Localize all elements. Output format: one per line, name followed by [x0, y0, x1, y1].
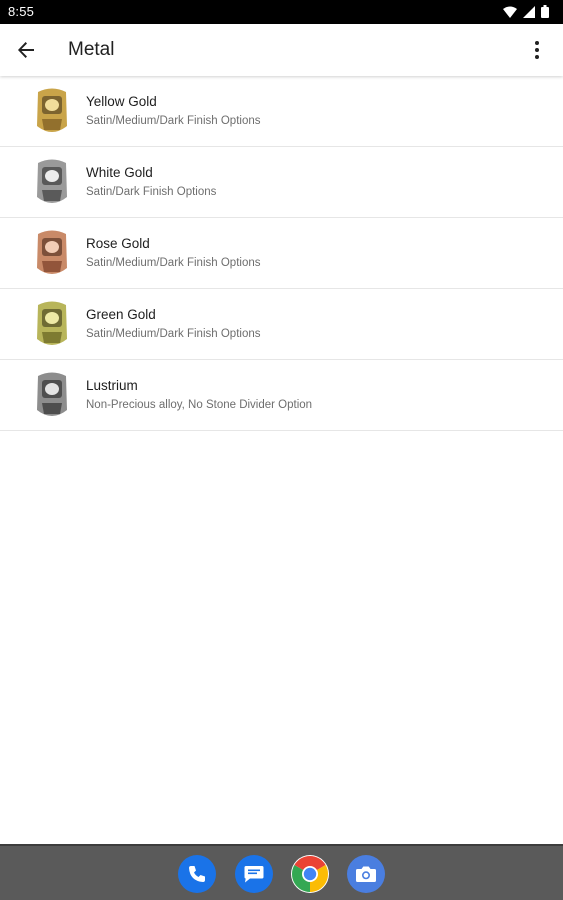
chrome-app-button[interactable] — [291, 855, 329, 893]
status-icons — [503, 5, 549, 18]
metal-item-green-gold[interactable]: Green Gold Satin/Medium/Dark Finish Opti… — [0, 289, 563, 360]
back-button[interactable] — [12, 36, 40, 64]
camera-app-button[interactable] — [347, 855, 385, 893]
metal-description: Satin/Medium/Dark Finish Options — [86, 115, 261, 127]
cell-signal-icon — [523, 5, 535, 18]
arrow-back-icon — [18, 42, 34, 58]
status-time: 8:55 — [8, 4, 35, 19]
messages-icon — [244, 866, 264, 883]
metal-description: Non-Precious alloy, No Stone Divider Opt… — [86, 399, 313, 411]
metal-item-yellow-gold[interactable]: Yellow Gold Satin/Medium/Dark Finish Opt… — [0, 76, 563, 147]
metal-name: Green Gold — [86, 307, 156, 322]
chrome-icon — [291, 855, 329, 892]
metal-item-lustrium[interactable]: Lustrium Non-Precious alloy, No Stone Di… — [0, 360, 563, 431]
app-bar: Metal — [0, 24, 563, 76]
green-gold-ring-icon — [37, 301, 67, 345]
yellow-gold-ring-icon — [37, 88, 67, 132]
metal-item-rose-gold[interactable]: Rose Gold Satin/Medium/Dark Finish Optio… — [0, 218, 563, 289]
page-title: Metal — [68, 39, 115, 60]
metal-list: Yellow Gold Satin/Medium/Dark Finish Opt… — [0, 76, 563, 431]
rose-gold-ring-icon — [37, 230, 67, 274]
status-bar: 8:55 — [0, 0, 563, 24]
messages-app-button[interactable] — [235, 855, 273, 893]
metal-name: Yellow Gold — [86, 94, 157, 109]
metal-description: Satin/Medium/Dark Finish Options — [86, 328, 261, 340]
wifi-icon — [503, 6, 517, 18]
camera-icon — [356, 866, 376, 882]
battery-icon — [541, 5, 549, 18]
metal-description: Satin/Dark Finish Options — [86, 186, 217, 198]
white-gold-ring-icon — [37, 159, 67, 203]
more-vert-icon — [535, 41, 539, 59]
metal-name: White Gold — [86, 165, 153, 180]
metal-item-white-gold[interactable]: White Gold Satin/Dark Finish Options — [0, 147, 563, 218]
metal-name: Rose Gold — [86, 236, 150, 251]
metal-name: Lustrium — [86, 378, 138, 393]
metal-description: Satin/Medium/Dark Finish Options — [86, 257, 261, 269]
lustrium-ring-icon — [37, 372, 67, 416]
phone-icon — [189, 866, 205, 882]
system-nav-bar — [0, 844, 563, 900]
overflow-menu-button[interactable] — [527, 36, 547, 64]
phone-app-button[interactable] — [178, 855, 216, 893]
